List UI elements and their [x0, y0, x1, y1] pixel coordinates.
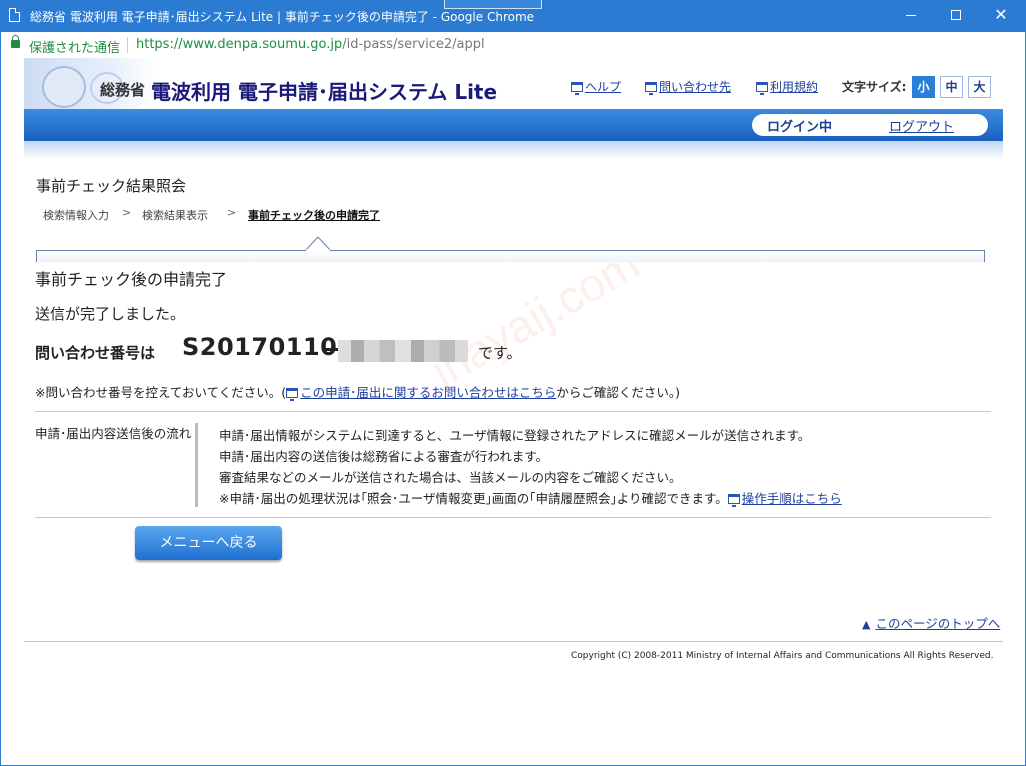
nav-bar-shadow [24, 141, 1003, 159]
window-icon [286, 388, 299, 401]
flow-divider [195, 423, 198, 507]
flow-line-text: ※申請･届出の処理状況は｢照会･ユーザ情報変更｣画面の｢申請履歴照会｣より確認で… [219, 491, 728, 506]
back-to-menu-button[interactable]: メニューへ戻る [135, 526, 282, 560]
font-size-medium-button[interactable]: 中 [940, 76, 963, 98]
terms-link-label: 利用規約 [770, 80, 819, 94]
footer-divider [24, 641, 1003, 642]
flow-line: 申請･届出内容の送信後は総務省による審査が行われます。 [219, 449, 549, 464]
address-bar[interactable]: 保護された通信 https://www.denpa.soumu.go.jp/id… [0, 32, 1026, 58]
help-link[interactable]: ヘルプ [571, 78, 621, 95]
url-host: https://www.denpa.soumu.go.jp [136, 37, 343, 52]
font-size-large-button[interactable]: 大 [968, 76, 991, 98]
inquiry-number-masked [338, 340, 468, 362]
flow-line: 申請･届出情報がシステムに到達すると、ユーザ情報に登録されたアドレスに確認メール… [219, 428, 811, 443]
breadcrumb-separator: > [122, 206, 132, 219]
secure-label[interactable]: 保護された通信 [29, 37, 120, 56]
procedure-link[interactable]: 操作手順はこちら [727, 491, 842, 507]
inquiry-contact-link-label: この申請･届出に関するお問い合わせはこちら [300, 385, 557, 400]
window-icon [756, 82, 768, 95]
section-heading: 事前チェック後の申請完了 [35, 270, 228, 289]
inquiry-number-label: 問い合わせ番号は [35, 344, 156, 362]
window-icon [727, 494, 740, 507]
minimize-button[interactable] [888, 0, 934, 30]
inquiry-number: S20170110 [182, 333, 338, 361]
system-name: 電波利用 電子申請･届出システム Lite [151, 80, 498, 104]
divider [35, 517, 991, 518]
page-title: 事前チェック結果照会 [36, 177, 187, 195]
font-size-small-button[interactable]: 小 [912, 76, 935, 98]
window-icon [645, 82, 657, 95]
flow-label: 申請･届出内容送信後の流れ [35, 426, 192, 441]
breadcrumb-item-search-input: 検索情報入力 [43, 209, 109, 222]
inquiry-note-suffix: からご確認ください。) [556, 385, 681, 400]
inquiry-note-prefix: ※問い合わせ番号を控えておいてください。( [35, 385, 287, 400]
inquiry-number-suffix: です。 [478, 344, 522, 362]
tab-strip[interactable] [444, 0, 542, 9]
contact-link[interactable]: 問い合わせ先 [645, 78, 731, 95]
close-button[interactable]: ✕ [978, 0, 1024, 30]
breadcrumb-separator: > [227, 206, 237, 219]
help-link-label: ヘルプ [585, 80, 622, 94]
window-title: 総務省 電波利用 電子申請･届出システム Lite | 事前チェック後の申請完了… [30, 10, 535, 24]
flow-line: 審査結果などのメールが送信された場合は、当該メールの内容をご確認ください。 [219, 470, 682, 485]
address-separator [127, 37, 128, 53]
step-pointer [305, 236, 331, 251]
procedure-link-label: 操作手順はこちら [741, 491, 842, 506]
completion-message: 送信が完了しました。 [35, 305, 186, 323]
copyright: Copyright (C) 2008-2011 Ministry of Inte… [571, 651, 994, 661]
logout-link[interactable]: ログアウト [889, 116, 954, 135]
inquiry-contact-link[interactable]: この申請･届出に関するお問い合わせはこちら [286, 385, 557, 401]
font-size-label: 文字サイズ: [842, 80, 907, 94]
maximize-button[interactable] [933, 0, 979, 30]
window-icon [571, 82, 583, 95]
lock-icon[interactable] [11, 35, 20, 48]
page-top-link[interactable]: ▲ このページのトップへ [862, 613, 1000, 632]
breadcrumb-item-current: 事前チェック後の申請完了 [248, 209, 380, 222]
step-indicator-box [36, 250, 985, 262]
minimize-icon [906, 14, 916, 16]
page-icon [9, 8, 20, 22]
window-border-left [0, 58, 1, 766]
page-top-label: このページのトップへ [875, 616, 1001, 631]
close-icon: ✕ [994, 5, 1008, 24]
terms-link[interactable]: 利用規約 [756, 78, 818, 95]
inquiry-number-dash [324, 348, 338, 351]
url-path: /id-pass/service2/appl [342, 37, 485, 52]
login-status: ログイン中 [767, 120, 833, 135]
window-titlebar: 総務省 電波利用 電子申請･届出システム Lite | 事前チェック後の申請完了… [0, 0, 1026, 32]
inquiry-note: ※問い合わせ番号を控えておいてください。( この申請･届出に関するお問い合わせはこ… [35, 382, 680, 401]
up-triangle-icon: ▲ [862, 618, 871, 631]
contact-link-label: 問い合わせ先 [659, 80, 732, 94]
url-field[interactable]: https://www.denpa.soumu.go.jp/id-pass/se… [136, 37, 485, 52]
divider [35, 411, 991, 412]
ministry-name: 総務省 [100, 81, 146, 99]
maximize-icon [951, 10, 961, 20]
flow-line: ※申請･届出の処理状況は｢照会･ユーザ情報変更｣画面の｢申請履歴照会｣より確認で… [219, 488, 842, 507]
breadcrumb-item-search-results: 検索結果表示 [142, 209, 208, 222]
